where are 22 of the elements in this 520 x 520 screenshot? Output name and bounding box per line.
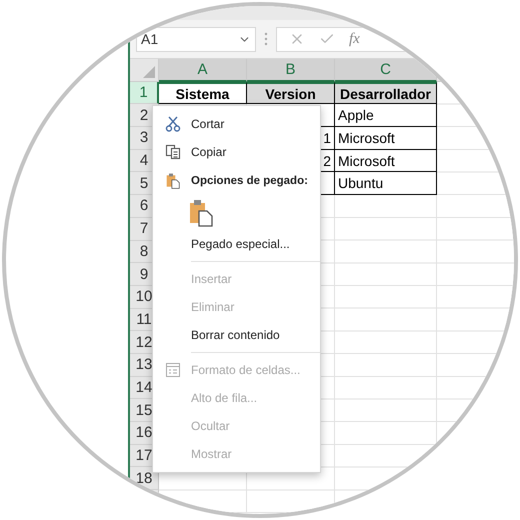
drag-handle-icon: [264, 32, 268, 46]
table-cell: Microsoft: [335, 150, 437, 172]
format-icon: [165, 362, 181, 378]
table-cell: Desarrollador: [335, 82, 437, 104]
table-cell: Apple: [335, 104, 437, 128]
paste-icon[interactable]: [189, 199, 213, 227]
row-header[interactable]: 18: [130, 467, 159, 490]
function-button[interactable]: fx: [349, 30, 360, 48]
column-header[interactable]: C: [335, 59, 437, 82]
table-cell: Ubuntu: [335, 172, 437, 196]
name-box[interactable]: A1: [136, 26, 256, 52]
column-header[interactable]: B: [247, 59, 335, 82]
clipboard-icon: [165, 173, 181, 189]
column-header[interactable]: A: [159, 59, 247, 82]
table-cell: Microsoft: [335, 127, 437, 150]
table-cell: Version: [247, 82, 335, 104]
scissors-icon: [165, 116, 181, 132]
select-all-icon[interactable]: [143, 66, 155, 78]
row-header[interactable]: 1: [130, 82, 159, 104]
table-cell: Sistema: [159, 82, 247, 104]
copy-icon: [165, 144, 181, 160]
menu-heading: Opciones de pegado:: [191, 175, 308, 187]
